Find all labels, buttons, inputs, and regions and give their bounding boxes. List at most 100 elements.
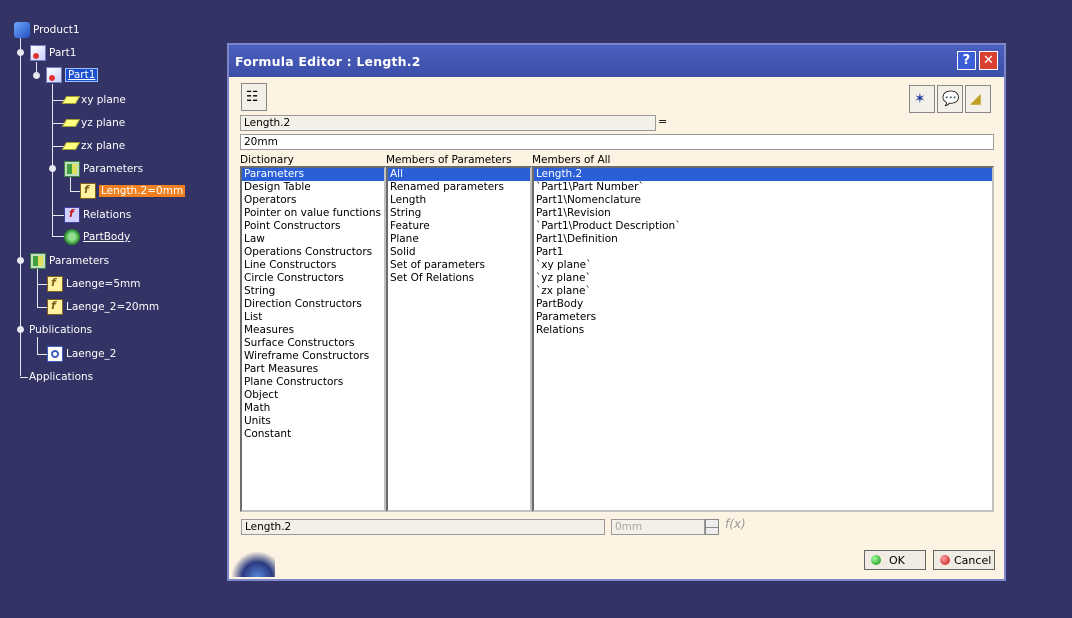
members-of-all-label: Members of All [532,154,611,166]
formula-input[interactable]: 20mm [240,134,994,150]
cancel-button[interactable]: Cancel [933,550,995,570]
list-item[interactable]: Pointer on value functions [242,207,384,220]
list-item[interactable]: Units [242,415,384,428]
list-item[interactable]: `Part1\Product Description` [534,220,992,233]
list-item[interactable]: `yz plane` [534,272,992,285]
list-item[interactable]: Relations [534,324,992,337]
list-item[interactable]: PartBody [534,298,992,311]
tree-line [52,236,64,237]
expand-toggle[interactable] [49,165,56,172]
tree-node-laenge[interactable]: Laenge=5mm [47,275,140,293]
expand-toggle[interactable] [17,257,24,264]
tree-line [37,268,38,308]
list-item[interactable]: String [388,207,530,220]
help-button[interactable]: ? [957,51,976,70]
tree-line [37,284,47,285]
dictionary-label: Dictionary [240,154,294,166]
list-item[interactable]: Object [242,389,384,402]
list-item[interactable]: Length.2 [534,168,992,181]
list-item[interactable]: Parameters [534,311,992,324]
tree-node-yz-plane[interactable]: yz plane [61,114,125,132]
members-of-all-list[interactable]: Length.2 `Part1\Part Number` Part1\Nomencl… [532,166,994,512]
list-item[interactable]: Point Constructors [242,220,384,233]
tree-node-part[interactable]: Part1 [30,44,76,62]
tree-node-publications[interactable]: Publications [26,321,92,339]
tree-node-publication-laenge-2[interactable]: Laenge_2 [47,345,116,363]
list-item[interactable]: Operators [242,194,384,207]
tree-node-label: Part1 [49,47,77,59]
tree-node-laenge-2[interactable]: Laenge_2=20mm [47,298,159,316]
product-icon [14,22,30,38]
list-item[interactable]: Measures [242,324,384,337]
list-item[interactable]: Parameters [242,168,384,181]
list-item[interactable]: Plane Constructors [242,376,384,389]
members-of-parameters-list[interactable]: All Renamed parameters Length String Feature… [386,166,532,512]
tree-node-parameters[interactable]: Parameters [64,160,143,178]
tree-node-label: xy plane [81,94,126,106]
tree-node-label: zx plane [81,140,126,152]
function-icon[interactable]: f(x) [725,517,746,531]
list-item[interactable]: Feature [388,220,530,233]
list-item[interactable]: Surface Constructors [242,337,384,350]
publication-icon [47,346,63,362]
tree-line [52,215,64,216]
tree-line [70,176,71,192]
partbody-icon [64,229,80,245]
tree-node-label: Part1 [65,68,99,82]
list-item[interactable]: Solid [388,246,530,259]
tree-node-product-parameters[interactable]: Parameters [30,252,109,270]
catia-logo-icon [231,551,275,577]
list-item[interactable]: Set Of Relations [388,272,530,285]
list-item[interactable]: Part1\Definition [534,233,992,246]
list-item[interactable]: Constant [242,428,384,441]
dialog-titlebar[interactable]: Formula Editor : Length.2 ? ✕ [229,45,1004,77]
measure-icon: ✶ [914,91,926,107]
tree-node-partbody[interactable]: PartBody [64,228,130,246]
list-item[interactable]: `xy plane` [534,259,992,272]
ok-button[interactable]: OK [864,550,926,570]
tree-node-relations[interactable]: Relations [64,206,131,224]
list-item[interactable]: Plane [388,233,530,246]
comment-button[interactable]: 💬 [937,85,963,113]
list-item[interactable]: String [242,285,384,298]
list-item[interactable]: Part1\Revision [534,207,992,220]
expand-toggle[interactable] [33,72,40,79]
tree-node-xy-plane[interactable]: xy plane [61,91,126,109]
tree-node-part-active[interactable]: Part1 [46,66,99,84]
list-item[interactable]: `Part1\Part Number` [534,181,992,194]
help-icon: ? [962,53,971,68]
list-item[interactable]: List [242,311,384,324]
list-item[interactable]: `zx plane` [534,285,992,298]
list-item[interactable]: Length [388,194,530,207]
list-item[interactable]: Part1 [534,246,992,259]
list-item[interactable]: Part Measures [242,363,384,376]
value-spinner[interactable] [705,519,719,535]
list-item[interactable]: Part1\Nomenclature [534,194,992,207]
incremental-mode-button[interactable]: ☷ [241,83,267,111]
erase-button[interactable]: ◢ [965,85,991,113]
list-item[interactable]: Design Table [242,181,384,194]
tree-node-applications[interactable]: Applications [26,368,93,386]
measure-button[interactable]: ✶ [909,85,935,113]
tree-node-length-2[interactable]: Length.2=0mm [80,182,186,200]
tree-line [52,84,53,236]
eraser-icon: ◢ [970,91,981,107]
list-item[interactable]: Renamed parameters [388,181,530,194]
expand-toggle[interactable] [17,49,24,56]
list-item[interactable]: Math [242,402,384,415]
list-item[interactable]: Law [242,233,384,246]
dictionary-list[interactable]: Parameters Design Table Operators Pointer o… [240,166,386,512]
list-item[interactable]: Circle Constructors [242,272,384,285]
list-item[interactable]: Operations Constructors [242,246,384,259]
list-item[interactable]: All [388,168,530,181]
parameter-name-field: Length.2 [240,115,656,131]
tree-node-zx-plane[interactable]: zx plane [61,137,126,155]
list-item[interactable]: Line Constructors [242,259,384,272]
list-item[interactable]: Direction Constructors [242,298,384,311]
close-button[interactable]: ✕ [979,51,998,70]
formula-icon [80,183,96,199]
tree-node-product[interactable]: Product1 [14,21,80,39]
list-item[interactable]: Wireframe Constructors [242,350,384,363]
expand-toggle[interactable] [17,326,24,333]
list-item[interactable]: Set of parameters [388,259,530,272]
